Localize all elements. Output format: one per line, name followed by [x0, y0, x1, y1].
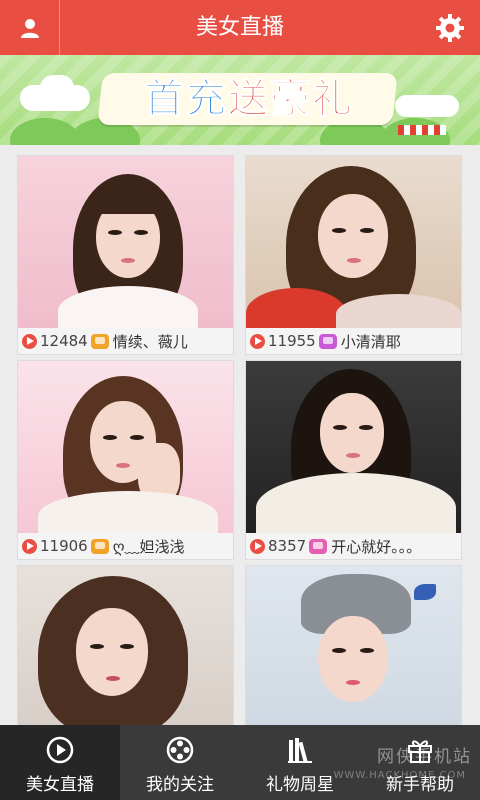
tab-live[interactable]: 美女直播 [0, 725, 120, 800]
stream-card[interactable] [17, 565, 234, 725]
promo-title: 首充送豪礼 [104, 72, 394, 126]
stream-thumbnail [246, 361, 461, 533]
viewer-count: 11906 [40, 537, 88, 555]
stream-thumbnail [246, 566, 461, 725]
stream-thumbnail [18, 566, 233, 725]
cloud-decoration [395, 95, 459, 117]
watermark-url: WWW.HACKHOME.COM [333, 770, 466, 781]
play-circle-icon [46, 736, 74, 764]
play-icon [22, 538, 37, 554]
stream-card[interactable]: 8357 开心就好。。。 [245, 360, 462, 560]
streamer-name: 小清清耶 [340, 332, 401, 351]
user-icon [20, 18, 39, 38]
level-badge-icon [90, 538, 109, 554]
app-header: 美女直播 [0, 0, 480, 55]
gear-icon [436, 13, 464, 42]
tab-gift-stars[interactable]: 礼物周星 [240, 725, 360, 800]
stream-thumbnail [18, 361, 233, 533]
promo-title-part2: 送豪礼 [228, 76, 354, 123]
profile-button[interactable] [0, 0, 60, 55]
stream-card[interactable]: 12484 情续、薇儿 [17, 155, 234, 355]
stream-card[interactable]: 11906 ღ﹏妲浅浅 [17, 360, 234, 560]
tab-following[interactable]: 我的关注 [120, 725, 240, 800]
watermark-text: 网侠手机站 [377, 747, 472, 767]
streamer-name: ღ﹏妲浅浅 [112, 537, 185, 556]
tab-label: 美女直播 [26, 775, 94, 795]
stream-info-bar: 8357 开心就好。。。 [246, 533, 461, 559]
stream-info-bar: 11906 ღ﹏妲浅浅 [18, 533, 233, 559]
streamer-name: 情续、薇儿 [112, 332, 188, 351]
stream-info-bar: 11955 小清清耶 [246, 328, 461, 354]
gift-ribbon-decoration [398, 125, 446, 135]
stream-card[interactable] [245, 565, 462, 725]
play-icon [250, 538, 265, 554]
stream-thumbnail [18, 156, 233, 328]
books-icon [288, 738, 312, 763]
stream-grid: 12484 情续、薇儿 11955 小清清耶 11906 ღ﹏妲浅浅 8357 … [0, 145, 480, 725]
promo-banner[interactable]: 首充送豪礼 [0, 55, 480, 145]
settings-button[interactable] [420, 0, 480, 55]
play-icon [22, 333, 37, 349]
streamer-name: 开心就好。。。 [331, 537, 422, 556]
level-badge-icon [309, 538, 328, 554]
stream-card[interactable]: 11955 小清清耶 [245, 155, 462, 355]
film-reel-icon [166, 736, 194, 764]
level-badge-icon [90, 333, 109, 349]
stream-thumbnail [246, 156, 461, 328]
level-badge-icon [318, 333, 337, 349]
page-title: 美女直播 [195, 15, 284, 40]
viewer-count: 8357 [268, 537, 307, 555]
butterfly-decoration [414, 584, 436, 600]
tab-label: 我的关注 [146, 775, 214, 795]
stream-info-bar: 12484 情续、薇儿 [18, 328, 233, 354]
cloud-decoration [40, 75, 74, 101]
viewer-count: 12484 [40, 332, 88, 350]
play-icon [250, 333, 265, 349]
promo-title-part1: 首充 [144, 76, 228, 123]
viewer-count: 11955 [268, 332, 316, 350]
